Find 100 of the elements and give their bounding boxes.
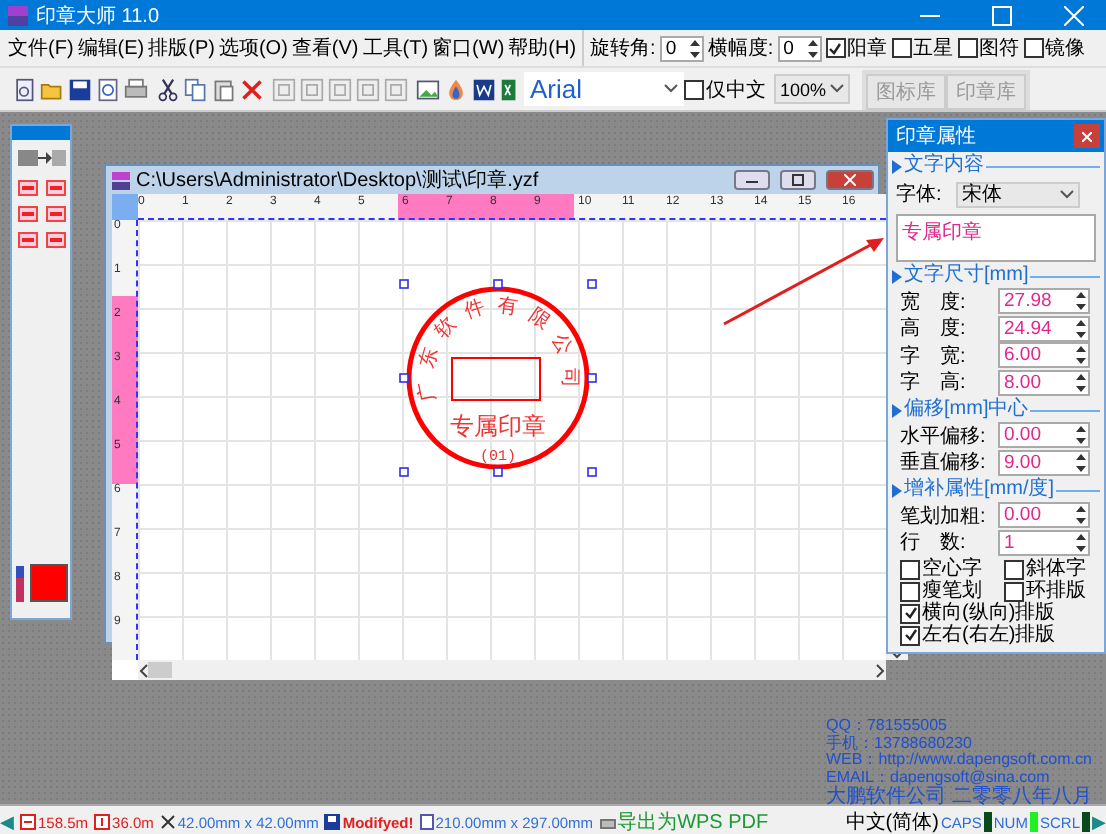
menu-item[interactable]: 帮助(H) xyxy=(506,34,579,62)
checkbox-label: 横向(纵向)排版 xyxy=(922,602,1056,624)
checkbox-label: 镜像 xyxy=(1045,35,1086,62)
spinner-icon[interactable] xyxy=(1074,371,1088,394)
restore-button[interactable] xyxy=(780,170,816,190)
picture-icon[interactable] xyxy=(416,77,440,101)
word-document-icon[interactable] xyxy=(472,77,496,101)
font-dropdown[interactable]: 宋体 xyxy=(956,181,1080,207)
swap-arrow-icon[interactable] xyxy=(17,148,65,168)
spinner-icon[interactable] xyxy=(805,37,820,59)
checkbox[interactable] xyxy=(957,38,978,58)
close-icon[interactable] xyxy=(1064,5,1084,25)
checkbox[interactable] xyxy=(900,559,920,579)
number-field[interactable]: 0.00 xyxy=(998,422,1090,449)
number-field[interactable]: 8.00 xyxy=(998,369,1090,396)
checkbox[interactable] xyxy=(825,38,846,58)
number-field[interactable]: 0 xyxy=(777,35,822,61)
copy-icon[interactable] xyxy=(184,77,208,101)
close-button[interactable] xyxy=(826,170,874,190)
contact-line: 手机：13788680230 xyxy=(826,735,974,752)
spinner-icon[interactable] xyxy=(1074,531,1088,554)
save-icon[interactable] xyxy=(68,77,92,101)
scrollbar-thumb[interactable] xyxy=(148,662,172,678)
section-marker-icon xyxy=(892,269,902,283)
menu-item[interactable]: 选项(O) xyxy=(216,34,290,62)
preview-icon[interactable] xyxy=(96,77,120,101)
menu-item[interactable]: 窗口(W) xyxy=(430,34,507,62)
chevron-left-icon[interactable] xyxy=(138,663,148,677)
section-marker-icon xyxy=(892,159,902,173)
library-tab[interactable]: 图标库 xyxy=(866,73,946,109)
maximize-icon[interactable] xyxy=(992,5,1012,25)
checkbox[interactable] xyxy=(684,79,704,99)
section-title: 文字尺寸[mm] xyxy=(904,264,1029,288)
spinner-icon[interactable] xyxy=(687,37,702,59)
zoom-dropdown[interactable]: 100% xyxy=(774,74,850,104)
menu-item[interactable]: 工具(T) xyxy=(360,34,431,62)
number-field[interactable]: 1 xyxy=(998,529,1090,556)
menu-item[interactable]: 编辑(E) xyxy=(75,34,147,62)
field-label: 水平偏移: xyxy=(900,423,988,450)
number-field[interactable]: 27.98 xyxy=(998,288,1090,315)
layout-icon[interactable] xyxy=(45,180,65,196)
export-pdf-link[interactable]: 导出为WPS PDF xyxy=(617,808,769,834)
close-button[interactable] xyxy=(1074,124,1100,148)
number-field[interactable]: 0.00 xyxy=(998,502,1090,529)
minimize-icon[interactable] xyxy=(746,176,758,184)
library-tab[interactable]: 印章库 xyxy=(946,73,1026,109)
spinner-icon[interactable] xyxy=(1074,344,1088,367)
chevron-down-icon[interactable] xyxy=(664,84,678,94)
menu-item[interactable]: 查看(V) xyxy=(289,34,361,62)
number-field[interactable]: 9.00 xyxy=(998,449,1090,476)
checkbox[interactable] xyxy=(1004,559,1024,579)
layout-icon[interactable] xyxy=(17,232,37,248)
menu-item[interactable]: 排版(P) xyxy=(146,34,217,62)
checkbox-label: 图符 xyxy=(979,36,1020,62)
spinner-icon[interactable] xyxy=(1074,317,1088,340)
checkbox[interactable] xyxy=(1004,581,1024,601)
restore-icon[interactable] xyxy=(792,174,804,186)
paint-drop-icon[interactable] xyxy=(444,77,468,101)
color-gradient-icon[interactable] xyxy=(15,565,23,601)
close-icon[interactable] xyxy=(844,174,856,186)
minimize-button[interactable] xyxy=(734,170,770,190)
spinner-icon[interactable] xyxy=(1074,504,1088,527)
number-field[interactable]: 24.94 xyxy=(998,315,1090,342)
position-y-icon xyxy=(94,814,111,830)
layout-icon[interactable] xyxy=(45,206,65,222)
color-swatch[interactable] xyxy=(29,564,67,602)
number-field[interactable]: 6.00 xyxy=(998,342,1090,369)
scissors-icon[interactable] xyxy=(156,77,180,101)
text-input-field[interactable]: 专属印章 xyxy=(896,214,1096,262)
checkbox[interactable] xyxy=(891,38,912,58)
contact-line: EMAIL：dapengsoft@sina.com xyxy=(826,770,1050,787)
layout-icon[interactable] xyxy=(17,180,37,196)
chevron-right-icon[interactable] xyxy=(876,663,886,677)
checkbox[interactable] xyxy=(900,581,920,601)
scroll-right-button[interactable]: ▶ xyxy=(1092,812,1106,832)
layout-icon[interactable] xyxy=(45,232,65,248)
layout-icon[interactable] xyxy=(17,206,37,222)
checkbox[interactable] xyxy=(900,603,920,623)
spinner-icon[interactable] xyxy=(1074,451,1088,474)
number-field[interactable]: 0 xyxy=(659,35,704,61)
chevron-down-icon[interactable] xyxy=(830,84,844,94)
section-marker-icon xyxy=(892,483,902,497)
contact-line: WEB：http://www.dapengsoft.com.cn xyxy=(826,752,1094,770)
menu-item[interactable]: 文件(F) xyxy=(6,34,76,62)
new-file-icon[interactable] xyxy=(12,77,36,101)
delete-icon[interactable] xyxy=(240,77,264,101)
font-dropdown[interactable]: Arial xyxy=(524,72,684,106)
checkbox[interactable] xyxy=(900,625,920,645)
section-title: 增补属性[mm/度] xyxy=(904,478,1054,502)
spinner-icon[interactable] xyxy=(1074,290,1088,313)
checkbox-label: 五星 xyxy=(913,36,954,62)
spinner-icon[interactable] xyxy=(1074,424,1088,447)
section-title: 文字内容 xyxy=(904,154,984,178)
scroll-left-button[interactable]: ◀ xyxy=(0,812,14,832)
paste-icon[interactable] xyxy=(212,77,236,101)
horizontal-scrollbar[interactable] xyxy=(138,660,886,680)
printer-icon[interactable] xyxy=(124,77,148,101)
close-icon[interactable] xyxy=(1082,131,1092,141)
chevron-down-icon[interactable] xyxy=(1060,189,1074,199)
checkbox[interactable] xyxy=(1023,38,1044,58)
